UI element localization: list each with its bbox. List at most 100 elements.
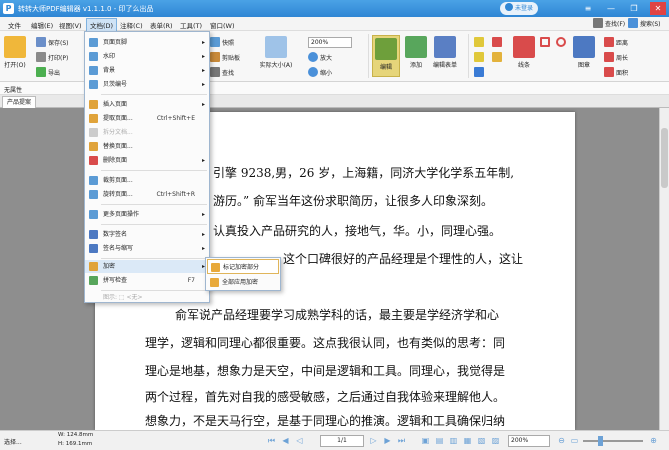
rectangle-icon <box>540 37 550 47</box>
menu-item-bates-numbering[interactable]: 贝茨编号 ▸ <box>85 78 209 91</box>
fit-icon[interactable]: ▭ <box>569 435 580 446</box>
line-tool[interactable]: 线条 <box>512 36 536 69</box>
zoom-in-button[interactable]: 放大 <box>308 52 332 62</box>
zoom-slider[interactable] <box>583 440 643 442</box>
view-mode-icon[interactable]: ▣ <box>420 435 431 446</box>
menu-divider <box>101 204 207 205</box>
line-icon <box>513 36 535 58</box>
zoom-out-button[interactable]: 缩小 <box>308 67 332 77</box>
menu-item-encrypt[interactable]: 加密 ▸ <box>85 260 209 273</box>
menu-item-insert-pages[interactable]: 插入页面 ▸ <box>85 98 209 111</box>
snapshot-button[interactable]: 快照 <box>210 37 234 47</box>
menu-comment[interactable]: 注释(C) <box>117 19 146 31</box>
search-right-button[interactable]: 搜索(S) <box>628 18 661 28</box>
text-tool[interactable] <box>474 37 486 47</box>
menu-item-more-page-ops[interactable]: 更多页面操作 ▸ <box>85 208 209 221</box>
circle-tool[interactable] <box>556 37 568 47</box>
menu-item-extract-pages[interactable]: 提取页面... Ctrl+Shift+E <box>85 112 209 125</box>
next-view-button[interactable]: ▷ <box>368 435 379 446</box>
perimeter-tool[interactable]: 周长 <box>604 52 628 62</box>
view-mode-icon[interactable]: ▦ <box>462 435 473 446</box>
menu-item-watermark[interactable]: 水印 ▸ <box>85 50 209 63</box>
menu-item-digital-signature[interactable]: 数字签名 ▸ <box>85 228 209 241</box>
apply-icon <box>210 278 219 287</box>
prev-view-button[interactable]: ◁ <box>294 435 305 446</box>
edit-form-button[interactable]: 编辑表单 <box>430 36 460 69</box>
menu-item-sign-initials[interactable]: 签名与缩写 ▸ <box>85 242 209 255</box>
menu-item-rotate-pages[interactable]: 旋转页面... Ctrl+Shift+R <box>85 188 209 201</box>
menu-tools[interactable]: 工具(T) <box>177 19 205 31</box>
find-right-button[interactable]: 查找(F) <box>593 18 625 28</box>
maximize-button[interactable]: ❐ <box>626 2 642 15</box>
open-button[interactable]: 打开(O) <box>3 36 27 69</box>
vertical-scrollbar[interactable] <box>659 108 669 430</box>
minimize-button[interactable]: — <box>603 2 619 15</box>
submenu-item-mark-redaction[interactable]: 标记加密部分 <box>207 259 279 274</box>
lock-icon <box>89 262 98 271</box>
menu-divider <box>101 94 207 95</box>
rectangle-tool[interactable] <box>540 37 552 47</box>
login-button[interactable]: 未登录 <box>500 2 539 15</box>
toolbar-divider <box>368 34 369 78</box>
view-mode-icon[interactable]: ▧ <box>476 435 487 446</box>
underline-tool[interactable] <box>474 67 486 77</box>
crop-icon <box>89 176 98 185</box>
export-button[interactable]: 导出 <box>36 67 60 77</box>
document-tab[interactable]: 产品提案 <box>2 96 37 108</box>
clipboard-button[interactable]: 剪贴板 <box>210 52 240 62</box>
page-number-input[interactable]: 1/1 <box>320 435 364 447</box>
view-mode-icon[interactable]: ▤ <box>434 435 445 446</box>
find-button[interactable]: 查找 <box>210 67 234 77</box>
circle-icon <box>556 37 566 47</box>
menu-item-split-document[interactable]: 拆分文档... <box>85 126 209 139</box>
menu-window[interactable]: 窗口(W) <box>207 19 238 31</box>
menu-item-delete-pages[interactable]: 删除页面 ▸ <box>85 154 209 167</box>
area-tool[interactable]: 面积 <box>604 67 628 77</box>
edit-button[interactable]: 编辑 <box>372 35 400 77</box>
first-page-button[interactable]: ⏮ <box>266 435 277 446</box>
distance-tool[interactable]: 距离 <box>604 37 628 47</box>
prev-page-button[interactable]: ◀ <box>280 435 291 446</box>
zoom-input[interactable]: 200% <box>308 37 352 48</box>
actual-size-button[interactable]: 实际大小(A) <box>254 36 298 69</box>
menu-view[interactable]: 视图(V) <box>56 19 85 31</box>
zoom-in-icon[interactable]: ⊕ <box>648 435 659 446</box>
zoom-in-icon <box>308 52 318 62</box>
highlight-tool[interactable] <box>474 52 486 62</box>
strikeout-tool[interactable] <box>492 37 504 47</box>
menu-form[interactable]: 表单(R) <box>147 19 176 31</box>
note-tool[interactable] <box>492 52 504 62</box>
zoom-slider-handle[interactable] <box>598 436 603 446</box>
menu-document[interactable]: 文档(D) <box>86 18 118 32</box>
next-page-button[interactable]: ▶ <box>382 435 393 446</box>
toolbar-divider <box>468 34 469 78</box>
menu-file[interactable]: 文件 <box>5 19 24 31</box>
menu-icon[interactable]: ≡ <box>580 2 596 15</box>
view-mode-icon[interactable]: ▨ <box>490 435 501 446</box>
add-button[interactable]: 添加 <box>404 36 428 69</box>
view-mode-icon[interactable]: ▥ <box>448 435 459 446</box>
document-line: 引擎 9238,男，26 岁，上海籍，同济大学化学系五年制, <box>213 166 515 180</box>
document-line: 俞军说产品经理要学习成熟学科的话，最主要是学经济学和心 <box>175 308 500 322</box>
close-button[interactable]: ✕ <box>650 2 666 15</box>
extract-page-icon <box>89 114 98 123</box>
app-logo-icon: P <box>3 3 14 14</box>
menu-item-crop-pages[interactable]: 裁剪页面... <box>85 174 209 187</box>
scrollbar-thumb[interactable] <box>661 128 668 188</box>
stamp-tool[interactable]: 图章 <box>572 36 596 69</box>
menu-edit[interactable]: 编辑(E) <box>28 19 56 31</box>
menu-item-background[interactable]: 背景 ▸ <box>85 64 209 77</box>
print-button[interactable]: 打印(P) <box>36 52 68 62</box>
submenu-item-apply-all[interactable]: 全部应用加密 <box>207 275 279 290</box>
highlight-icon <box>474 52 484 62</box>
last-page-button[interactable]: ⏭ <box>396 435 407 446</box>
initials-icon <box>89 244 98 253</box>
camera-icon <box>210 37 220 47</box>
save-button[interactable]: 保存(S) <box>36 37 69 47</box>
menu-item-header-footer[interactable]: 页面页脚 ▸ <box>85 36 209 49</box>
select-tool-status[interactable]: 选择... <box>4 437 22 446</box>
menu-item-spell-check[interactable]: 拼写检查 F7 <box>85 274 209 287</box>
zoom-select[interactable]: 200% <box>508 435 550 447</box>
menu-item-replace-pages[interactable]: 替换页面... <box>85 140 209 153</box>
zoom-out-icon[interactable]: ⊖ <box>556 435 567 446</box>
